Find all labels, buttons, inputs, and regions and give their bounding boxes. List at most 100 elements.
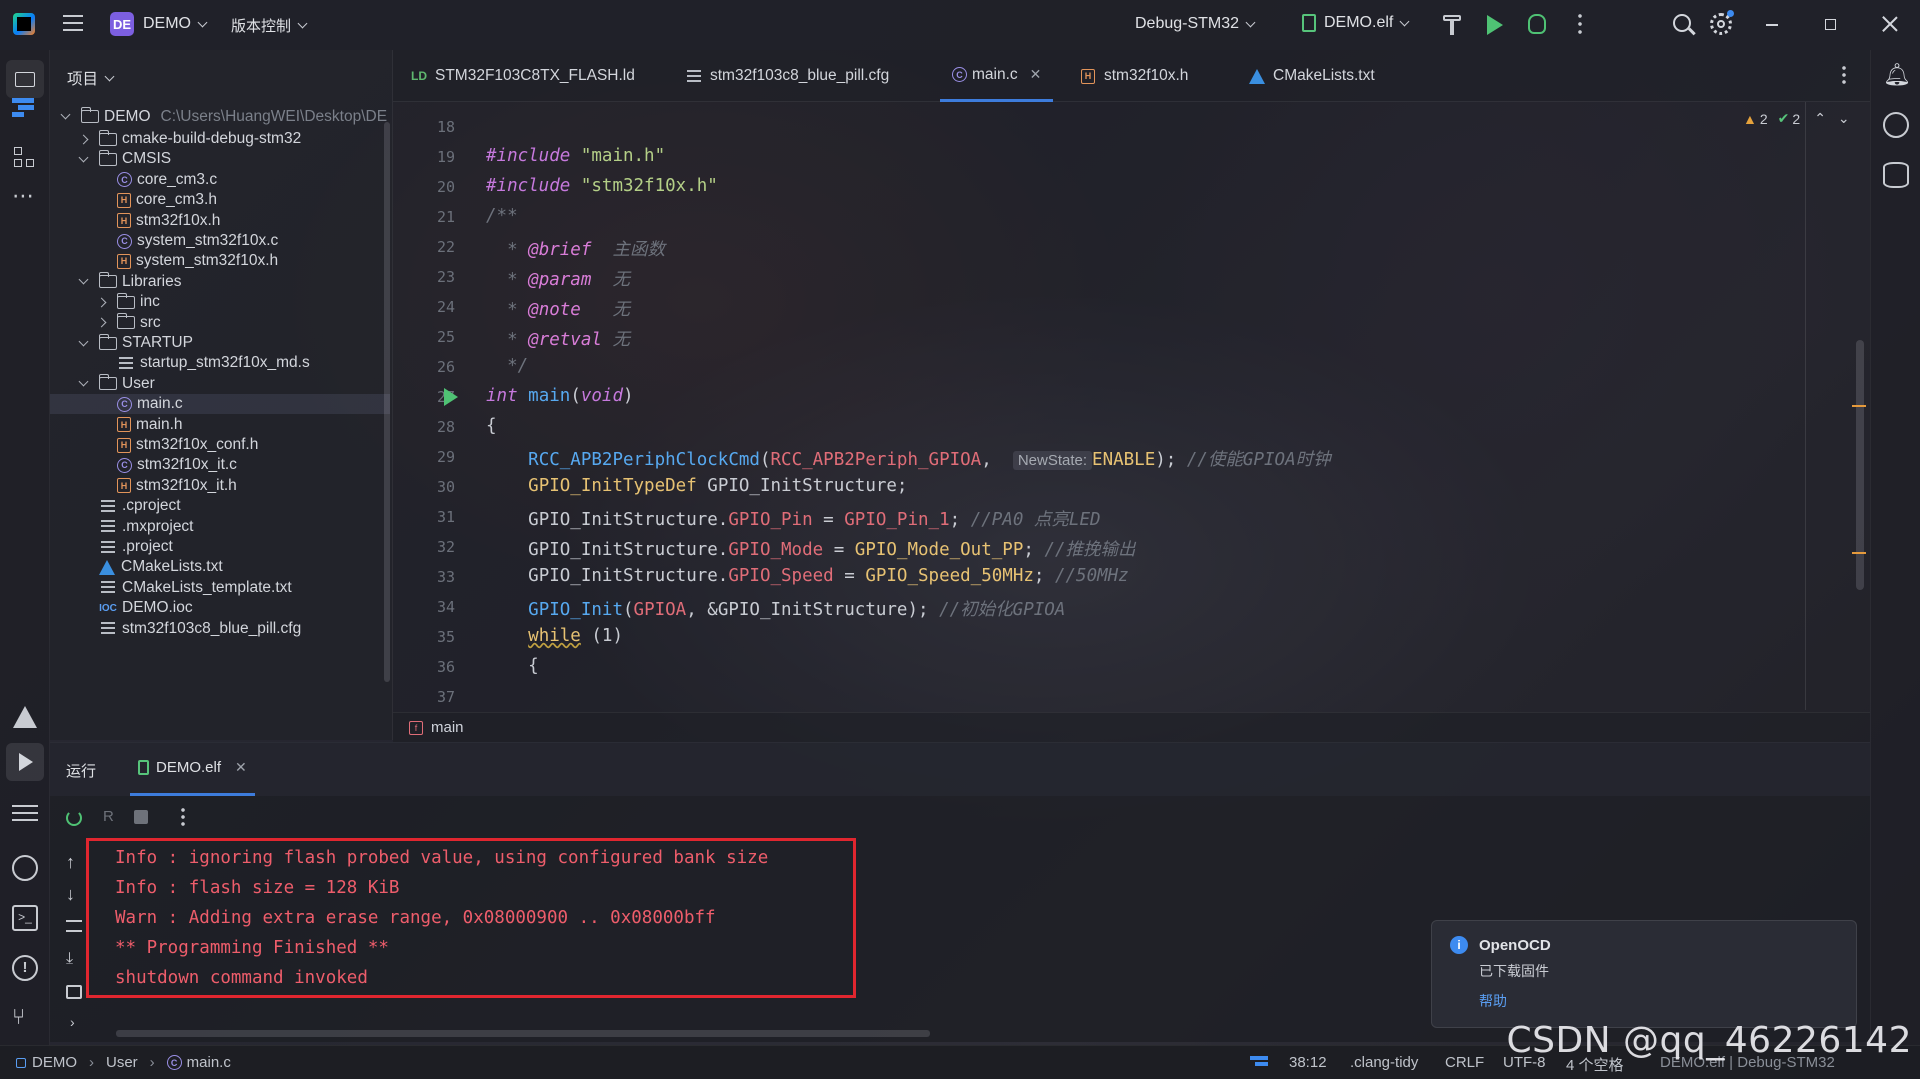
tree-item[interactable]: stm32f103c8_blue_pill.cfg	[50, 619, 390, 639]
openocd-notification[interactable]: i OpenOCD 已下载固件 帮助	[1431, 920, 1857, 1028]
tree-item[interactable]: IOC DEMO.ioc	[50, 598, 390, 618]
main-menu-icon[interactable]	[63, 15, 83, 31]
tree-item[interactable]: CMakeLists_template.txt	[50, 578, 390, 598]
collapse-arrow-icon[interactable]	[78, 274, 89, 285]
tree-item[interactable]: .cproject	[50, 496, 390, 516]
tab-options-icon[interactable]	[1842, 66, 1846, 84]
tree-item[interactable]: Hstm32f10x.h	[50, 211, 390, 231]
expand-arrow-icon[interactable]	[96, 317, 107, 328]
restore-icon[interactable]	[1825, 19, 1836, 30]
tree-item[interactable]: .project	[50, 537, 390, 557]
ai-assistant-icon[interactable]	[1883, 112, 1909, 138]
more-actions-icon[interactable]	[1578, 14, 1582, 34]
tree-item[interactable]: Libraries	[50, 272, 390, 292]
notification-help-link[interactable]: 帮助	[1479, 991, 1507, 1011]
tree-item[interactable]: Hstm32f10x_it.h	[50, 476, 390, 496]
database-icon[interactable]	[1883, 162, 1909, 188]
project-view-selector[interactable]: 项目	[67, 67, 115, 89]
more-tools-icon[interactable]: ⋯	[12, 185, 38, 211]
soft-wrap-icon[interactable]	[66, 920, 82, 932]
collapse-arrow-icon[interactable]	[78, 336, 89, 346]
collapse-arrow-icon[interactable]	[78, 376, 89, 387]
vcs-menu[interactable]: 版本控制	[231, 15, 308, 36]
debug-bug-icon[interactable]	[1528, 14, 1546, 34]
tree-item[interactable]: Cmain.c	[50, 394, 390, 415]
project-folder-icon[interactable]	[6, 60, 44, 98]
tab-openocd-config[interactable]: stm32f103c8_blue_pill.cfg	[687, 50, 889, 102]
components-icon[interactable]	[12, 145, 38, 171]
tree-item[interactable]: STARTUP	[50, 333, 390, 353]
build-config-selector[interactable]: Debug-STM32	[1135, 15, 1256, 33]
tree-item[interactable]: CMakeLists.txt	[50, 557, 390, 577]
tab-stm32f10x-h[interactable]: H stm32f10x.h	[1081, 50, 1188, 102]
expand-arrow-icon[interactable]	[96, 297, 107, 308]
build-hammer-icon[interactable]	[1443, 15, 1461, 35]
tree-item[interactable]: Hstm32f10x_conf.h	[50, 435, 390, 455]
git-branch-icon[interactable]: ⑂	[12, 1005, 38, 1031]
tree-item[interactable]: CMSIS	[50, 149, 390, 169]
scroll-to-end-icon[interactable]: ⤓	[66, 950, 73, 968]
todo-list-icon[interactable]	[12, 805, 38, 821]
print-icon[interactable]	[66, 985, 82, 999]
tab-cmakelists[interactable]: CMakeLists.txt	[1249, 50, 1375, 102]
run-gutter-icon[interactable]	[444, 388, 458, 406]
expand-arrow-icon[interactable]	[60, 109, 71, 120]
run-tool-icon[interactable]	[6, 743, 44, 781]
collapse-arrow-icon[interactable]	[78, 152, 89, 163]
prev-highlight-icon[interactable]: ⌃	[1814, 110, 1826, 127]
tab-main-c[interactable]: C main.c ✕	[940, 50, 1054, 102]
problems-icon[interactable]: !	[12, 955, 38, 981]
tree-item[interactable]: inc	[50, 292, 390, 312]
cursor-position[interactable]: 38:12	[1289, 1054, 1327, 1071]
tree-item[interactable]: src	[50, 313, 390, 333]
next-highlight-icon[interactable]: ⌄	[1838, 110, 1850, 127]
rerun-failed-icon[interactable]: R	[103, 808, 114, 825]
project-switcher[interactable]: DE DEMO	[110, 12, 208, 36]
line-ending[interactable]: CRLF	[1445, 1054, 1484, 1071]
warning-marker[interactable]	[1852, 552, 1866, 554]
tab-linker-script[interactable]: LD STM32F103C8TX_FLASH.ld	[411, 50, 635, 102]
tree-item[interactable]: .mxproject	[50, 517, 390, 537]
status-crumb-project[interactable]: DEMO	[32, 1054, 77, 1071]
app-logo-icon[interactable]	[13, 13, 35, 35]
inspection-widget[interactable]: ▲ 2 ✔ 2 ⌃ ⌄	[1743, 110, 1850, 127]
warning-marker[interactable]	[1852, 405, 1866, 407]
tree-item[interactable]: startup_stm32f10x_md.s	[50, 353, 390, 373]
run-icon[interactable]	[1487, 15, 1503, 35]
stop-icon[interactable]	[134, 810, 148, 824]
tree-item[interactable]: User	[50, 374, 390, 394]
scroll-up-icon[interactable]: ↑	[66, 852, 75, 873]
run-tab-demo-elf[interactable]: DEMO.elf ✕	[130, 742, 255, 796]
tree-item[interactable]: Ccore_cm3.c	[50, 170, 390, 190]
tree-item[interactable]: Cstm32f10x_it.c	[50, 455, 390, 475]
tree-item[interactable]: Hcore_cm3.h	[50, 190, 390, 210]
expand-arrow-icon[interactable]	[78, 134, 89, 144]
run-target-selector[interactable]: DEMO.elf	[1302, 14, 1410, 32]
minimize-icon[interactable]	[1766, 24, 1778, 26]
tree-item[interactable]: Hmain.h	[50, 415, 390, 435]
tree-item[interactable]: Csystem_stm32f10x.c	[50, 231, 390, 251]
project-scrollbar[interactable]	[384, 122, 390, 682]
scroll-down-icon[interactable]: ↓	[66, 884, 75, 905]
linter-status[interactable]: .clang-tidy	[1350, 1054, 1418, 1071]
terminal-icon[interactable]: >_	[12, 905, 38, 931]
structure-tool-icon[interactable]	[12, 94, 38, 120]
tree-item[interactable]: Hsystem_stm32f10x.h	[50, 251, 390, 271]
structure-status-icon[interactable]	[1250, 1056, 1268, 1070]
close-tab-icon[interactable]: ✕	[1030, 66, 1042, 83]
search-icon[interactable]	[1673, 14, 1696, 35]
expand-chevron-icon[interactable]: ›	[70, 1014, 75, 1030]
settings-gear-icon[interactable]	[1710, 10, 1734, 35]
notifications-bell-icon[interactable]: 🔔︎	[1883, 62, 1911, 88]
cmake-tool-icon[interactable]	[12, 705, 38, 731]
close-tab-icon[interactable]: ✕	[235, 759, 247, 776]
status-crumb-file[interactable]: main.c	[187, 1054, 231, 1071]
console-horizontal-scrollbar[interactable]	[116, 1030, 930, 1037]
status-crumb-folder[interactable]: User	[106, 1054, 138, 1071]
close-window-icon[interactable]	[1880, 14, 1900, 34]
tree-item[interactable]: cmake-build-debug-stm32	[50, 129, 390, 149]
rerun-icon[interactable]	[66, 810, 82, 826]
more-options-icon[interactable]	[181, 808, 185, 826]
tree-root[interactable]: DEMO C:\Users\HuangWEI\Desktop\DE	[58, 104, 393, 129]
services-icon[interactable]	[12, 855, 38, 881]
